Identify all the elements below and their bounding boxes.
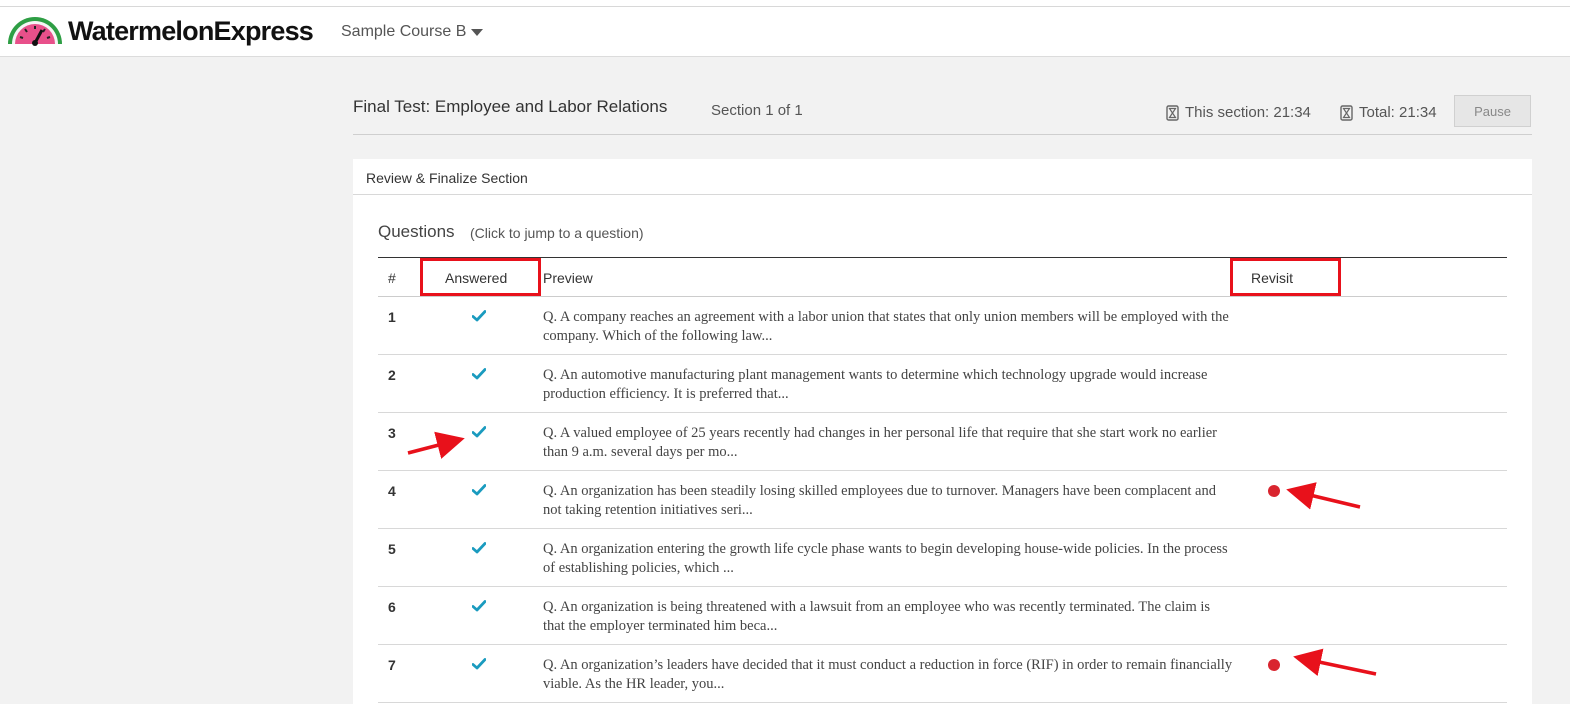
annotation-arrow-icon — [407, 431, 1377, 677]
